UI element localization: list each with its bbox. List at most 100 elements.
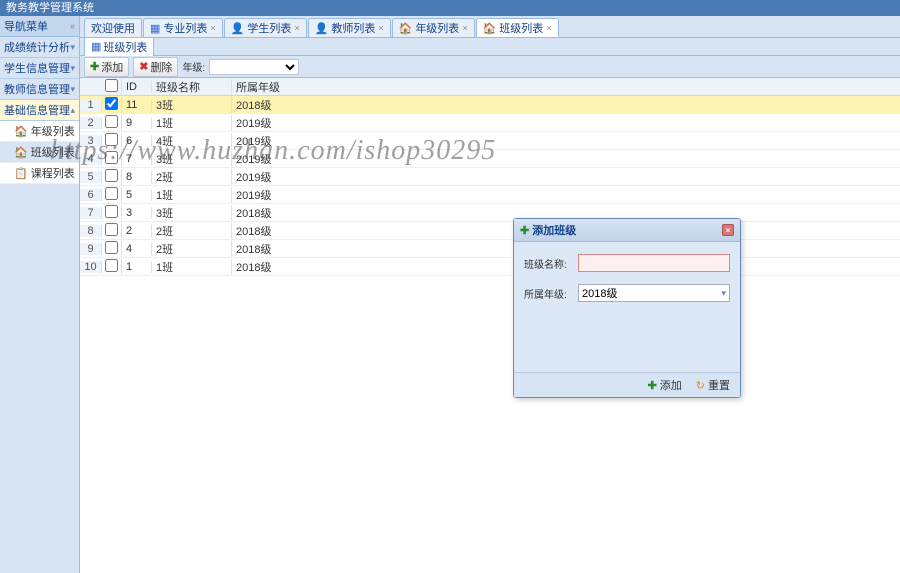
sidebar: 导航菜单 « 成绩统计分析 ▾ 学生信息管理 ▾ 教师信息管理 ▾ 基础信息管理…	[0, 16, 80, 573]
cell-grade: 2019级	[232, 115, 352, 131]
sidebar-item-grade[interactable]: 🏠 年级列表	[0, 121, 79, 142]
row-checkbox-cell[interactable]	[102, 259, 122, 275]
select-all-checkbox[interactable]	[105, 79, 118, 92]
close-icon[interactable]: ×	[210, 23, 215, 33]
sidebar-group-teachers[interactable]: 教师信息管理 ▾	[0, 79, 79, 100]
tab-class[interactable]: 🏠 班级列表 ×	[476, 18, 559, 37]
tab-major[interactable]: ▦ 专业列表 ×	[143, 18, 223, 37]
cell-grade: 2019级	[232, 151, 352, 167]
cell-grade: 2018级	[232, 97, 352, 113]
row-number: 5	[80, 171, 102, 183]
chevron-down-icon: ▾	[70, 84, 75, 95]
grade-select[interactable]: 2018级 ▾	[578, 284, 730, 302]
app-titlebar: 教务教学管理系统	[0, 0, 900, 16]
table-row[interactable]: 1011班2018级	[80, 258, 900, 276]
sidebar-header: 导航菜单 «	[0, 16, 79, 37]
col-grade-header[interactable]: 所属年级	[232, 79, 352, 95]
row-checkbox-cell[interactable]	[102, 169, 122, 185]
row-checkbox-cell[interactable]	[102, 223, 122, 239]
table-row[interactable]: 473班2019级	[80, 150, 900, 168]
app-title: 教务教学管理系统	[6, 2, 94, 14]
tab-label: 专业列表	[163, 20, 207, 36]
row-checkbox[interactable]	[105, 259, 118, 272]
row-checkbox[interactable]	[105, 169, 118, 182]
row-checkbox-cell[interactable]	[102, 97, 122, 113]
grade-select-value: 2018级	[582, 285, 617, 301]
table-row[interactable]: 582班2019级	[80, 168, 900, 186]
cell-id: 9	[122, 117, 152, 129]
user-icon: 👤	[315, 22, 329, 35]
cell-grade: 2018级	[232, 223, 352, 239]
button-label: 添加	[101, 59, 123, 75]
grid-header: ID 班级名称 所属年级	[80, 78, 900, 96]
row-checkbox-cell[interactable]	[102, 187, 122, 203]
list-icon: ▦	[150, 22, 160, 35]
chevron-down-icon: ▾	[721, 288, 726, 299]
cell-grade: 2018级	[232, 205, 352, 221]
col-name-header[interactable]: 班级名称	[152, 79, 232, 95]
table-row[interactable]: 364班2019级	[80, 132, 900, 150]
table-row[interactable]: 942班2018级	[80, 240, 900, 258]
row-checkbox-cell[interactable]	[102, 205, 122, 221]
dialog-titlebar[interactable]: ✚ 添加班级 ×	[514, 219, 740, 242]
sidebar-item-course[interactable]: 📋 课程列表	[0, 163, 79, 184]
close-icon[interactable]: ×	[462, 23, 467, 33]
grid-body: 1113班2018级291班2019级364班2019级473班2019级582…	[80, 96, 900, 276]
grade-filter-select[interactable]	[209, 59, 299, 75]
close-icon[interactable]: ×	[546, 23, 551, 33]
row-number: 6	[80, 189, 102, 201]
collapse-icon[interactable]: «	[70, 21, 75, 31]
col-checkbox[interactable]	[102, 79, 122, 95]
close-icon[interactable]: ×	[378, 23, 383, 33]
table-row[interactable]: 1113班2018级	[80, 96, 900, 114]
toolbar: ✚ 添加 ✖ 删除 年级:	[80, 56, 900, 78]
chevron-down-icon: ▾	[70, 42, 75, 53]
house-icon: 🏠	[14, 125, 28, 138]
row-checkbox-cell[interactable]	[102, 151, 122, 167]
row-checkbox[interactable]	[105, 241, 118, 254]
sidebar-group-base[interactable]: 基础信息管理 ▴	[0, 100, 79, 121]
table-row[interactable]: 651班2019级	[80, 186, 900, 204]
row-checkbox[interactable]	[105, 187, 118, 200]
row-checkbox[interactable]	[105, 97, 118, 110]
tab-student[interactable]: 👤 学生列表 ×	[224, 18, 307, 37]
tab-welcome[interactable]: 欢迎使用	[84, 18, 142, 37]
delete-button[interactable]: ✖ 删除	[133, 57, 178, 77]
house-icon: 🏠	[483, 22, 497, 35]
table-row[interactable]: 291班2019级	[80, 114, 900, 132]
close-icon[interactable]: ×	[294, 23, 299, 33]
close-button[interactable]: ×	[722, 224, 734, 236]
dialog-add-button[interactable]: ✚ 添加	[644, 376, 686, 394]
tab-teacher[interactable]: 👤 教师列表 ×	[308, 18, 391, 37]
row-checkbox[interactable]	[105, 133, 118, 146]
row-checkbox-cell[interactable]	[102, 133, 122, 149]
row-checkbox[interactable]	[105, 223, 118, 236]
class-name-input[interactable]	[578, 254, 730, 272]
row-checkbox[interactable]	[105, 151, 118, 164]
sidebar-item-class[interactable]: 🏠 班级列表	[0, 142, 79, 163]
cell-id: 1	[122, 261, 152, 273]
name-label: 班级名称:	[524, 256, 572, 271]
col-id-header[interactable]: ID	[122, 81, 152, 93]
row-checkbox-cell[interactable]	[102, 241, 122, 257]
sidebar-group-scores[interactable]: 成绩统计分析 ▾	[0, 37, 79, 58]
sidebar-group-students[interactable]: 学生信息管理 ▾	[0, 58, 79, 79]
dialog-reset-button[interactable]: ↻ 重置	[692, 376, 734, 394]
row-checkbox[interactable]	[105, 115, 118, 128]
button-label: 重置	[708, 377, 730, 393]
cell-name: 3班	[152, 205, 232, 221]
sidebar-group-label: 学生信息管理	[4, 60, 70, 76]
sidebar-group-label: 成绩统计分析	[4, 39, 70, 55]
tab-grade[interactable]: 🏠 年级列表 ×	[392, 18, 475, 37]
sidebar-subitems: 🏠 年级列表 🏠 班级列表 📋 课程列表	[0, 121, 79, 184]
row-number: 3	[80, 135, 102, 147]
x-icon: ✖	[139, 60, 148, 73]
add-button[interactable]: ✚ 添加	[84, 57, 129, 77]
add-class-dialog: ✚ 添加班级 × 班级名称: 所属年级: 2018级 ▾ ✚ 添加 ↻ 重置	[513, 218, 741, 398]
table-row[interactable]: 822班2018级	[80, 222, 900, 240]
row-checkbox-cell[interactable]	[102, 115, 122, 131]
plus-icon: ✚	[520, 224, 529, 237]
subtab-class[interactable]: ▦ 班级列表	[84, 37, 154, 57]
table-row[interactable]: 733班2018级	[80, 204, 900, 222]
row-checkbox[interactable]	[105, 205, 118, 218]
